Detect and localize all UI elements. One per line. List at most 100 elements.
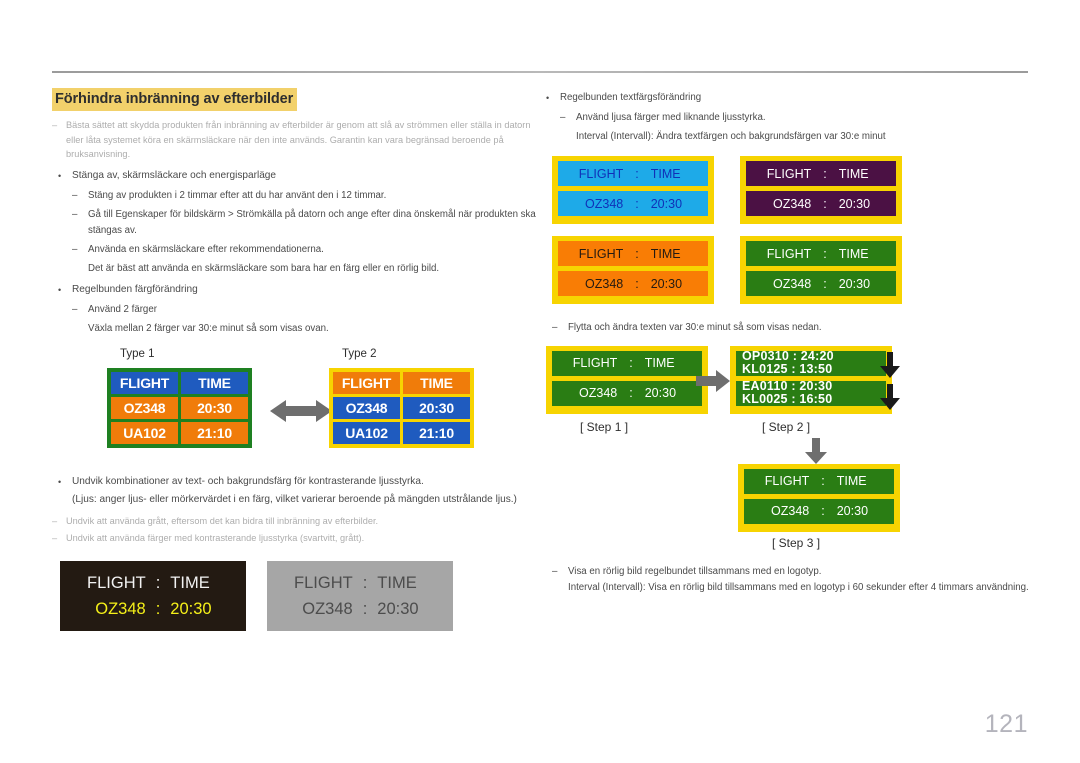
flight-board-type-1: FLIGHT TIME OZ348 20:30 UA102 21:10: [107, 368, 252, 449]
sub-1-2-text: Gå till Egenskaper för bildskärm > Ström…: [88, 209, 536, 236]
green-time-value: 20:30: [838, 276, 871, 291]
arrow-down-icon: [805, 437, 827, 464]
step3-flight-label: FLIGHT: [764, 474, 810, 488]
sub-list-2: – Använd 2 färger: [72, 302, 538, 318]
step2-bar2-top-text: EA0110 : 20:30: [742, 380, 833, 393]
gray-panel-row-header: FLIGHT : TIME: [267, 574, 453, 593]
dark-panel-flight-label: FLIGHT: [87, 573, 146, 592]
right-sub-2-1-text: Flytta och ändra texten var 30:e minut s…: [568, 322, 822, 333]
purple-card-row-header: FLIGHT : TIME: [746, 161, 896, 186]
dash-marker: –: [560, 112, 566, 123]
cyan-time-label: TIME: [650, 166, 681, 181]
cyan-card-row-header: FLIGHT : TIME: [558, 161, 708, 186]
flight-card-purple: FLIGHT : TIME OZ348 : 20:30: [740, 156, 902, 224]
right-column: • Regelbunden textfärgsförändring – Anvä…: [540, 88, 1030, 596]
right-bullet-1-text: Regelbunden textfärgsförändring: [560, 92, 702, 103]
arrow-right-icon: [696, 369, 730, 392]
dark-panel-sep-2: :: [155, 599, 161, 618]
left-bullet-list-2: • Undvik kombinationer av text- och bakg…: [52, 474, 538, 508]
step2-bar1-bottom-text: KL0125 : 13:50: [742, 361, 833, 376]
list-item: • Undvik kombinationer av text- och bakg…: [52, 474, 538, 508]
board1-cell-flight: FLIGHT: [111, 372, 178, 395]
dash-marker: ‒: [52, 516, 58, 527]
intro-note: ‒ Bästa sättet att skydda produkten från…: [52, 118, 538, 162]
right-sub-list-1: – Använd ljusa färger med liknande ljuss…: [560, 110, 1030, 126]
dark-panel-time-value: 20:30: [170, 599, 212, 618]
sub-2-1-text: Använd 2 färger: [88, 304, 157, 316]
header-divider: [52, 71, 1028, 73]
cyan-flight-label: FLIGHT: [578, 166, 624, 181]
list-item: – Använd ljusa färger med liknande ljuss…: [560, 110, 1030, 126]
orange-flight-label: FLIGHT: [578, 246, 624, 261]
flight-card-cyan: FLIGHT : TIME OZ348 : 20:30: [552, 156, 714, 224]
bullet-dot-icon: •: [58, 170, 62, 181]
page-title: Förhindra inbränning av efterbilder: [52, 88, 298, 111]
gray-panel-time-value: 20:30: [377, 599, 419, 618]
board2-cell-2110: 21:10: [403, 422, 470, 445]
flight-card-orange: FLIGHT : TIME OZ348 : 20:30: [552, 236, 714, 304]
orange-time-label: TIME: [650, 246, 681, 261]
step1-row-data: OZ348 : 20:30: [552, 380, 702, 406]
warning-note-gray: ‒ Undvik att använda grått, eftersom det…: [52, 514, 538, 529]
step-2-card: OP0310 : 24:20 KL0125 : 13:50 EA0110 : 2…: [730, 345, 892, 414]
warning-note-contrast-text: Undvik att använda färger med kontraster…: [66, 532, 365, 543]
bullet-dot-icon: •: [58, 285, 62, 296]
dark-panel-sep-1: :: [155, 573, 161, 592]
step2-bar2-bottom-text: KL0025 : 16:50: [742, 391, 833, 406]
right-sub-list-2: – Flytta och ändra texten var 30:e minut…: [540, 320, 1030, 336]
left-column: Förhindra inbränning av efterbilder ‒ Bä…: [52, 88, 538, 647]
board2-cell-oz348: OZ348: [333, 397, 400, 420]
dark-panel-time-label: TIME: [170, 573, 210, 592]
list-item: – Använd 2 färger: [72, 302, 538, 318]
board1-cell-ua102: UA102: [111, 422, 178, 445]
sub-1-3-text: Använda en skärmsläckare efter rekommend…: [88, 244, 324, 256]
green-card-row-data: OZ348 : 20:30: [746, 271, 896, 296]
bullet-2-text: Regelbunden färgförändring: [72, 284, 198, 296]
gray-panel-time-label: TIME: [377, 573, 417, 592]
manual-page: Förhindra inbränning av efterbilder ‒ Bä…: [0, 0, 1080, 763]
gray-panel-row-data: OZ348 : 20:30: [267, 600, 453, 619]
sub-1-1-text: Stäng av produkten i 2 timmar efter att …: [88, 189, 387, 201]
double-down-arrow-icon: [880, 351, 900, 410]
board1-cell-2030: 20:30: [181, 397, 248, 420]
green-sep-2: :: [823, 276, 827, 291]
flight-panel-dark: FLIGHT : TIME OZ348 : 20:30: [60, 561, 246, 632]
bullet-3-text: Undvik kombinationer av text- och bakgru…: [72, 476, 424, 488]
step3-sep-2: :: [821, 504, 825, 518]
warning-note-contrast: ‒ Undvik att använda färger med kontrast…: [52, 531, 538, 546]
right-final-2-text: Interval (Intervall): Visa en rörlig bil…: [568, 582, 1029, 593]
board1-cell-time: TIME: [181, 372, 248, 395]
dash-marker: –: [72, 209, 78, 221]
step1-time-value: 20:30: [644, 386, 677, 400]
orange-sep-2: :: [635, 276, 639, 291]
step2-row-data: EA0110 : 20:30 KL0025 : 16:50: [736, 380, 886, 406]
board1-cell-2110: 21:10: [181, 422, 248, 445]
bullet-1-text: Stänga av, skärmsläckare och energisparl…: [72, 169, 277, 181]
dash-marker: ‒: [52, 532, 58, 543]
warning-note-gray-text: Undvik att använda grått, eftersom det k…: [66, 516, 379, 527]
step3-time-label: TIME: [836, 474, 867, 488]
cyan-sep-1: :: [635, 166, 639, 181]
step3-row-header: FLIGHT : TIME: [744, 468, 894, 494]
green-flight-no: OZ348: [773, 276, 812, 291]
step-3-card: FLIGHT : TIME OZ348 : 20:30: [738, 463, 900, 532]
gray-panel-sep-1: :: [362, 573, 368, 592]
sub-list-1: – Stäng av produkten i 2 timmar efter at…: [72, 188, 538, 258]
board1-cell-oz348: OZ348: [111, 397, 178, 420]
right-sub-1-1-extra-text: Interval (Intervall): Ändra textfärgen o…: [576, 130, 886, 142]
step-3-label: [ Step 3 ]: [772, 535, 821, 550]
gray-panel-flight-label: FLIGHT: [294, 573, 353, 592]
flight-panel-gray: FLIGHT : TIME OZ348 : 20:30: [267, 561, 453, 632]
step2-row-header: OP0310 : 24:20 KL0125 : 13:50: [736, 350, 886, 376]
type-2-label: Type 2: [342, 348, 377, 361]
page-number: 121: [984, 710, 1028, 738]
step-1-card: FLIGHT : TIME OZ348 : 20:30: [546, 345, 708, 414]
step1-sep-1: :: [629, 356, 633, 370]
cyan-card-row-data: OZ348 : 20:30: [558, 191, 708, 216]
contrast-illustration: FLIGHT : TIME OZ348 : 20:30 FLIGHT : TIM…: [52, 561, 538, 647]
orange-flight-no: OZ348: [585, 276, 624, 291]
right-sub-list-3: – Visa en rörlig bild regelbundet tillsa…: [540, 564, 1030, 580]
dash-marker: –: [552, 322, 558, 333]
list-item: – Använda en skärmsläckare efter rekomme…: [72, 242, 538, 258]
flight-card-green: FLIGHT : TIME OZ348 : 20:30: [740, 236, 902, 304]
